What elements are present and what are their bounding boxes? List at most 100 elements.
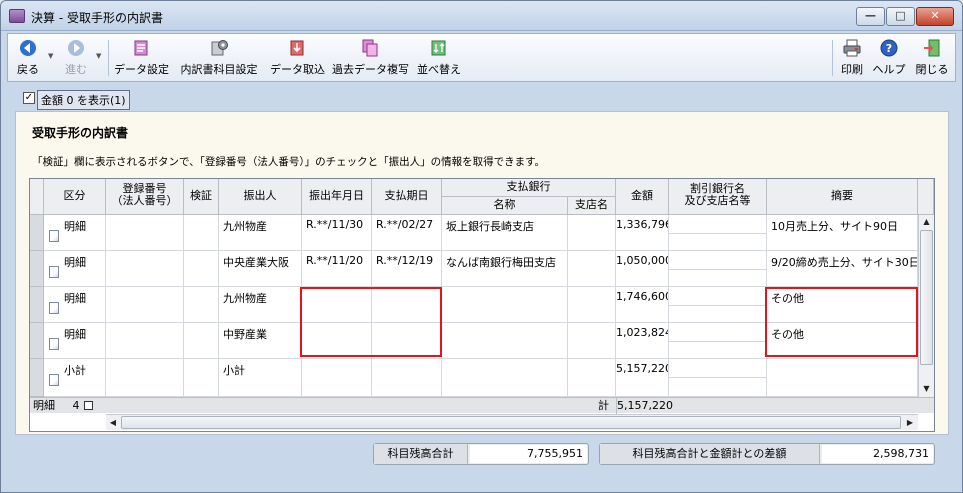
show-zero-amount-label[interactable]: 金額 0 を表示(1) <box>37 90 130 110</box>
bank-name-cell[interactable]: なんば南銀行梅田支店 <box>442 251 568 287</box>
discount-bank-cell[interactable] <box>669 251 767 287</box>
minimize-button[interactable]: — <box>856 7 885 26</box>
show-zero-amount-checkbox[interactable]: ✓ <box>23 92 35 104</box>
issue-date-cell[interactable]: R.**/11/30 <box>302 215 372 251</box>
main-window: 決算 - 受取手形の内訳書 — □ ✕ 戻る ▼ 進む ▼ データ設定 内訳書科… <box>0 0 963 493</box>
detail-count-checkbox[interactable] <box>83 401 93 410</box>
discount-bank-cell[interactable] <box>669 287 767 323</box>
amount-cell[interactable]: 1,746,600 <box>616 287 669 323</box>
verify-cell[interactable] <box>184 251 219 287</box>
past-data-copy-button[interactable]: 過去データ複写 <box>332 36 409 80</box>
drawer-cell[interactable]: 小計 <box>219 359 302 397</box>
reg-no-cell[interactable] <box>106 359 184 397</box>
issue-date-cell[interactable] <box>302 359 372 397</box>
remarks-cell[interactable]: 10月売上分、サイト90日 <box>767 215 918 251</box>
row-header[interactable] <box>30 287 44 323</box>
sub-divider <box>669 233 766 234</box>
amount-cell[interactable]: 1,336,796 <box>616 215 669 251</box>
drawer-cell[interactable]: 中野産業 <box>219 323 302 359</box>
close-label: 閉じる <box>915 63 949 76</box>
drawer-cell[interactable]: 九州物産 <box>219 215 302 251</box>
document-icon[interactable] <box>49 338 59 350</box>
discount-bank-cell[interactable] <box>669 359 767 397</box>
verify-cell[interactable] <box>184 323 219 359</box>
verify-cell[interactable] <box>184 287 219 323</box>
row-header[interactable] <box>30 323 44 359</box>
due-date-cell[interactable] <box>372 359 442 397</box>
help-label: ヘルプ <box>872 63 906 76</box>
branch-cell[interactable] <box>568 287 616 323</box>
back-button[interactable]: 戻る <box>12 36 44 80</box>
due-date-cell[interactable]: R.**/12/19 <box>372 251 442 287</box>
branch-cell[interactable] <box>568 323 616 359</box>
data-import-button[interactable]: データ取込 <box>270 36 325 80</box>
reg-no-cell[interactable] <box>106 287 184 323</box>
drawer-cell[interactable]: 中央産業大阪 <box>219 251 302 287</box>
discount-bank-cell[interactable] <box>669 323 767 359</box>
issue-date-cell[interactable]: R.**/11/20 <box>302 251 372 287</box>
reg-no-cell[interactable] <box>106 323 184 359</box>
amount-cell[interactable]: 5,157,220 <box>616 359 669 397</box>
scroll-down-icon[interactable]: ▼ <box>919 382 934 396</box>
remarks-cell[interactable]: 9/20締め売上分、サイト30日 <box>767 251 918 287</box>
close-window-button[interactable]: ✕ <box>916 7 954 26</box>
vertical-scrollbar[interactable]: ▲ ▼ <box>918 215 934 397</box>
horizontal-scroll-thumb[interactable] <box>121 416 901 429</box>
remarks-cell[interactable] <box>767 359 918 397</box>
data-settings-button[interactable]: データ設定 <box>114 36 169 80</box>
forward-dropdown-icon[interactable]: ▼ <box>96 52 101 60</box>
import-icon <box>290 40 304 56</box>
forward-button[interactable]: 進む <box>60 36 92 80</box>
row-header[interactable] <box>30 215 44 251</box>
document-icon[interactable] <box>49 266 59 278</box>
close-button[interactable]: 閉じる <box>912 36 952 80</box>
document-icon[interactable] <box>49 374 59 386</box>
table-row-kind[interactable]: 小計 <box>44 359 106 397</box>
scroll-left-icon[interactable]: ◀ <box>106 415 120 430</box>
vertical-scroll-thumb[interactable] <box>920 230 933 365</box>
account-settings-button[interactable]: 内訳書科目設定 <box>176 36 262 80</box>
help-button[interactable]: ? ヘルプ <box>872 36 906 80</box>
account-balance-total-label: 科目残高合計 <box>374 444 468 464</box>
highlight-box-remarks <box>765 287 918 357</box>
drawer-cell[interactable]: 九州物産 <box>219 287 302 323</box>
scroll-right-icon[interactable]: ▶ <box>903 415 917 430</box>
document-icon[interactable] <box>49 302 59 314</box>
row-header[interactable] <box>30 359 44 397</box>
reg-no-cell[interactable] <box>106 215 184 251</box>
header-kind: 区分 <box>44 179 106 215</box>
sort-button[interactable]: 並べ替え <box>414 36 464 80</box>
table-row-kind[interactable]: 明細 <box>44 215 106 251</box>
window-title: 決算 - 受取手形の内訳書 <box>31 11 163 25</box>
sub-divider <box>669 269 766 270</box>
print-label: 印刷 <box>841 63 863 76</box>
scroll-up-icon[interactable]: ▲ <box>919 215 934 229</box>
branch-cell[interactable] <box>568 359 616 397</box>
amount-cell[interactable]: 1,050,000 <box>616 251 669 287</box>
bank-name-cell[interactable]: 坂上銀行長崎支店 <box>442 215 568 251</box>
table-row-kind[interactable]: 明細 <box>44 323 106 359</box>
bank-name-cell[interactable] <box>442 323 568 359</box>
maximize-button[interactable]: □ <box>886 7 915 26</box>
document-icon[interactable] <box>49 230 59 242</box>
table-row-kind[interactable]: 明細 <box>44 251 106 287</box>
amount-cell[interactable]: 1,023,824 <box>616 323 669 359</box>
horizontal-scrollbar[interactable]: ◀ ▶ <box>106 414 918 430</box>
toolbar: 戻る ▼ 進む ▼ データ設定 内訳書科目設定 データ取込 過去データ複写 並べ… <box>7 33 956 82</box>
bank-name-cell[interactable] <box>442 359 568 397</box>
print-button[interactable]: 印刷 <box>836 36 868 80</box>
due-date-cell[interactable]: R.**/02/27 <box>372 215 442 251</box>
panel-description: 「検証」欄に表示されるボタンで、「登録番号（法人番号）」のチェックと「振出人」の… <box>32 156 546 168</box>
bank-name-cell[interactable] <box>442 287 568 323</box>
table-row-kind[interactable]: 明細 <box>44 287 106 323</box>
reg-no-cell[interactable] <box>106 251 184 287</box>
branch-cell[interactable] <box>568 251 616 287</box>
branch-cell[interactable] <box>568 215 616 251</box>
discount-bank-cell[interactable] <box>669 215 767 251</box>
header-reg-no-line2: （法人番号） <box>111 194 178 207</box>
gear-document-icon <box>211 40 228 56</box>
verify-cell[interactable] <box>184 359 219 397</box>
verify-cell[interactable] <box>184 215 219 251</box>
row-header[interactable] <box>30 251 44 287</box>
back-dropdown-icon[interactable]: ▼ <box>48 52 53 60</box>
